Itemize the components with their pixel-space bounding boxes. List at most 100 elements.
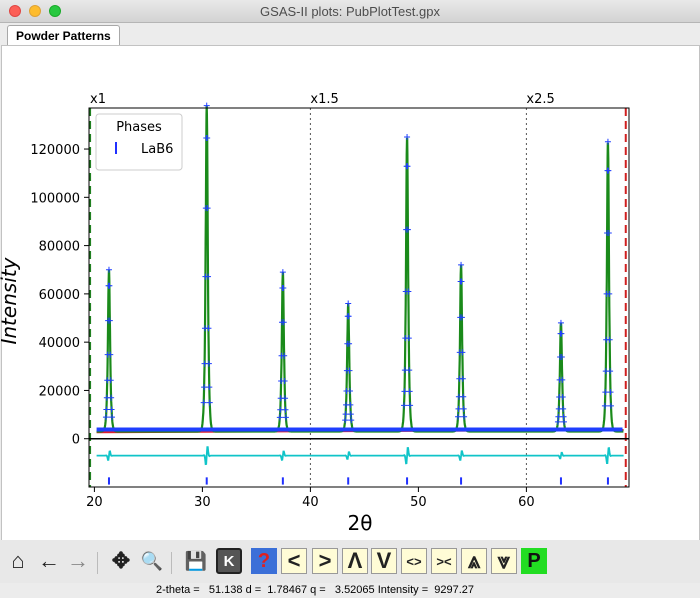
forward-arrow-icon[interactable]: → [65, 548, 91, 574]
observed-point [346, 387, 353, 394]
home-icon[interactable]: ⌂ [5, 548, 31, 574]
observed-point [607, 402, 614, 409]
observed-point [560, 413, 567, 420]
help-icon[interactable]: ? [251, 548, 277, 574]
observed-point [401, 402, 408, 409]
observed-point [276, 414, 283, 421]
shrink-y-icon[interactable]: ⩔ [491, 548, 517, 574]
scale-region-label: x1 [90, 92, 106, 107]
observed-point [105, 266, 112, 273]
x-tick-label: 60 [518, 495, 535, 510]
observed-point [558, 330, 565, 337]
observed-point [404, 133, 411, 140]
observed-point [277, 406, 284, 413]
observed-point [345, 313, 352, 320]
scale-region-label: x1.5 [310, 92, 338, 107]
back-arrow-icon[interactable]: ← [36, 548, 62, 574]
observed-point [103, 406, 110, 413]
observed-point [282, 406, 289, 413]
toolbar-separator [97, 552, 98, 574]
observed-point [201, 384, 208, 391]
observed-point [458, 278, 465, 285]
observed-point [459, 375, 466, 382]
observed-point [106, 282, 113, 289]
y-tick-label: 120000 [30, 143, 80, 158]
observed-point [406, 367, 413, 374]
y-tick-label: 0 [72, 433, 80, 448]
observed-point [602, 389, 609, 396]
observed-point [455, 405, 462, 412]
observed-point [458, 261, 465, 268]
observed-point [554, 418, 561, 425]
observed-point [406, 388, 413, 395]
observed-point [606, 336, 613, 343]
tab-strip: Powder Patterns [0, 23, 700, 47]
observed-point [205, 360, 212, 367]
observed-point [601, 402, 608, 409]
x-tick-label: 20 [86, 495, 103, 510]
legend-entry: LaB6 [141, 142, 173, 157]
y-tick-label: 100000 [30, 191, 80, 206]
y-tick-label: 60000 [39, 288, 80, 303]
observed-point [555, 413, 562, 420]
key-icon[interactable]: K [216, 548, 242, 574]
observed-point [347, 401, 354, 408]
observed-point [102, 414, 109, 421]
observed-point [401, 388, 408, 395]
observed-point [348, 417, 355, 424]
difference-curve [96, 446, 624, 466]
status-bar: 2-theta = 51.138 d = 1.78467 q = 3.52065… [0, 583, 700, 598]
x-tick-label: 40 [302, 495, 319, 510]
observed-point [280, 284, 287, 291]
observed-point [455, 413, 462, 420]
observed-point [282, 414, 289, 421]
observed-point [407, 402, 414, 409]
observed-point [605, 167, 612, 174]
powder-pattern-plot[interactable]: x1 x1.5 x2.5 20 30 40 50 60 0 20000 40000 60000 80… [0, 46, 700, 540]
shift-down-icon[interactable]: V [371, 548, 397, 574]
observed-point [200, 399, 207, 406]
observed-point [342, 417, 349, 424]
observed-point [559, 394, 566, 401]
zoom-icon[interactable]: 🔍 [139, 548, 165, 574]
observed-point [282, 395, 289, 402]
observed-point [108, 406, 115, 413]
observed-point [109, 414, 116, 421]
save-icon[interactable]: 💾 [183, 548, 209, 574]
y-axis-label: Intensity [0, 256, 21, 344]
publish-icon[interactable]: P [521, 548, 547, 574]
expand-y-icon[interactable]: ⩓ [461, 548, 487, 574]
observed-point [205, 325, 212, 332]
x-tick-label: 50 [410, 495, 427, 510]
observed-point [279, 269, 286, 276]
observed-point [460, 393, 467, 400]
observed-point [607, 368, 614, 375]
observed-point [281, 378, 288, 384]
scale-region-label: x2.5 [526, 92, 554, 107]
observed-point [204, 134, 211, 141]
shift-up-icon[interactable]: Λ [342, 548, 368, 574]
expand-x-icon[interactable]: <> [401, 548, 427, 574]
window-title: GSAS-II plots: PubPlotTest.gpx [260, 4, 440, 19]
window-titlebar: GSAS-II plots: PubPlotTest.gpx [0, 0, 700, 23]
shift-left-icon[interactable]: < [281, 548, 307, 574]
observed-point [557, 319, 564, 326]
observed-point [461, 413, 468, 420]
observed-point [107, 377, 114, 384]
x-axis-label: 2θ [348, 511, 373, 535]
shrink-x-icon[interactable]: >< [431, 548, 457, 574]
legend-title: Phases [116, 120, 162, 135]
plot-toolbar: ⌂ ← → ✥ 🔍 💾 K? < > Λ V <> >< ⩓ ⩔ P [0, 540, 700, 583]
observed-point [108, 394, 115, 401]
y-tick-label: 20000 [39, 384, 80, 399]
observed-point [607, 389, 614, 396]
tab-powder-patterns[interactable]: Powder Patterns [7, 25, 120, 47]
observed-point [604, 138, 611, 145]
pan-icon[interactable]: ✥ [108, 548, 134, 574]
observed-point [404, 163, 411, 170]
observed-point [405, 335, 412, 342]
observed-point [560, 405, 567, 412]
y-tick-label: 80000 [39, 240, 80, 255]
shift-right-icon[interactable]: > [312, 548, 338, 574]
observed-point [347, 411, 354, 418]
